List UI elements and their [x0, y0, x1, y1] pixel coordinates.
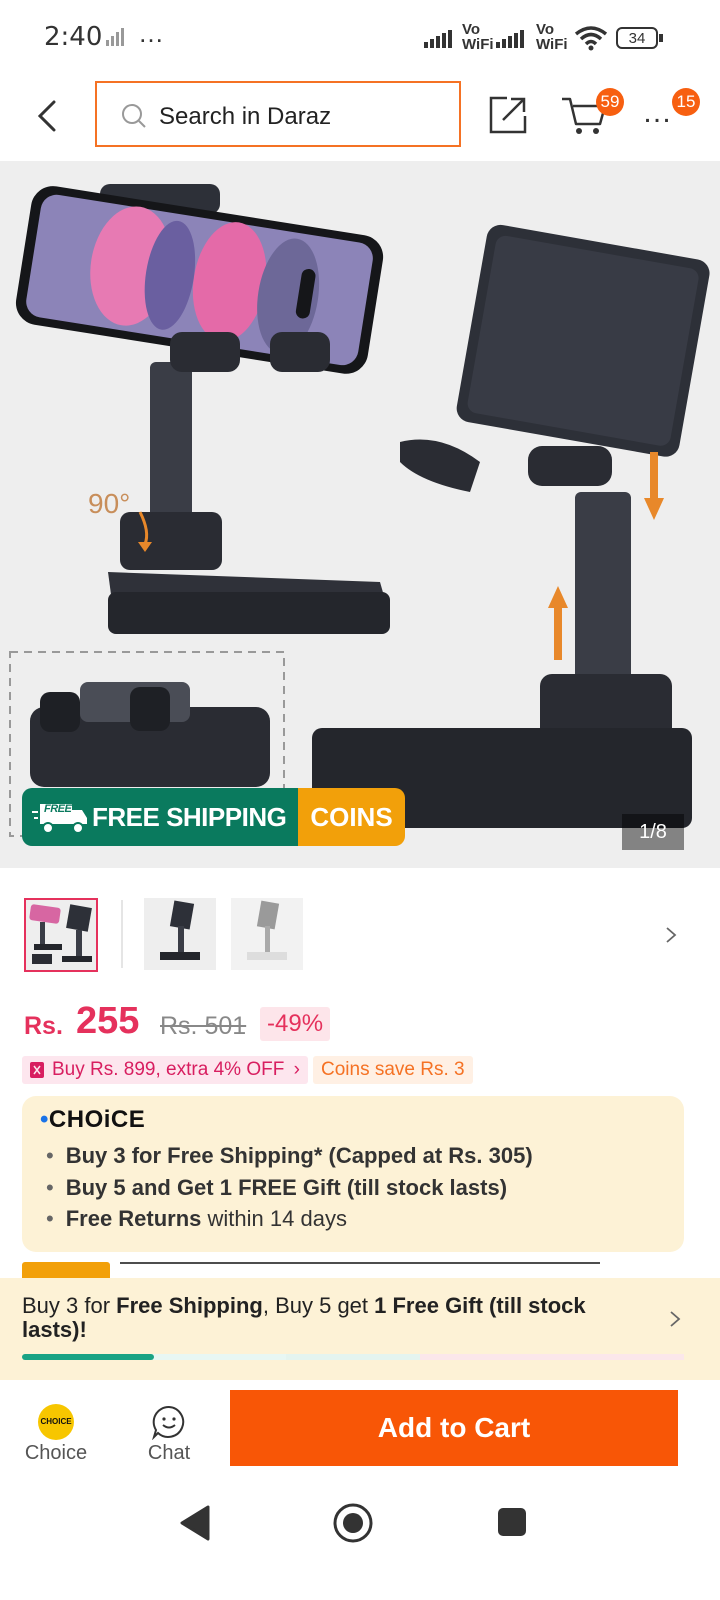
benefit-item: Buy 3 for Free Shipping* (Capped at Rs. … — [44, 1140, 533, 1172]
chat-icon — [152, 1405, 185, 1440]
search-icon — [122, 104, 146, 128]
discount-badge: -49% — [260, 1007, 331, 1041]
battery-icon: 34 — [616, 27, 658, 49]
thumbnail-image — [26, 900, 96, 970]
title-text-cut — [120, 1262, 600, 1264]
benefit-item: Free Returns within 14 days — [44, 1203, 533, 1235]
back-arrow-icon[interactable] — [34, 98, 60, 134]
chevron-right-icon[interactable] — [664, 926, 678, 944]
benefit-item: Buy 5 and Get 1 FREE Gift (till stock la… — [44, 1172, 533, 1204]
bundle-progress-segment — [286, 1354, 420, 1360]
thumbnail-image — [144, 898, 216, 970]
voucher-promo-text: Buy Rs. 899, extra 4% OFF — [52, 1059, 285, 1080]
status-bar: 2:40 … Vo WiFi Vo WiFi 34 — [0, 0, 720, 78]
choice-tab[interactable]: CHOICE Choice — [6, 1380, 106, 1480]
price-row: Rs. 255 Rs. 501 -49% — [24, 1000, 704, 1044]
nav-back-icon[interactable] — [178, 1504, 212, 1542]
free-shipping-coins-badge: FREE FREE SHIPPING COINS — [22, 788, 405, 846]
thumbnail-image — [231, 898, 303, 970]
promo-chevron-icon: › — [293, 1059, 300, 1080]
price-currency: Rs. — [24, 1012, 63, 1040]
add-to-cart-button[interactable]: Add to Cart — [230, 1390, 678, 1466]
battery-tip — [659, 34, 663, 42]
signal-icon — [424, 30, 452, 48]
bundle-promo-text: Buy 3 for Free Shipping, Buy 5 get 1 Fre… — [22, 1294, 642, 1342]
chevron-right-icon — [670, 1311, 681, 1327]
coins-promo-tag[interactable]: Coins save Rs. 3 — [313, 1056, 473, 1084]
system-navigation-bar — [0, 1480, 720, 1600]
cart-count-badge: 59 — [596, 88, 624, 116]
banner-text-2: Free Shipping — [116, 1293, 263, 1318]
chat-tab[interactable]: Chat — [119, 1380, 219, 1480]
benefit-free-returns: Free Returns — [65, 1206, 202, 1231]
vowifi-label-1: Vo WiFi — [462, 21, 494, 53]
signal-off-icon — [106, 28, 124, 46]
choice-benefits-list: Buy 3 for Free Shipping* (Capped at Rs. … — [44, 1140, 533, 1235]
status-more-dots: … — [138, 18, 166, 48]
angle-label: 90° — [88, 488, 131, 519]
benefit-free-gift: Buy 5 and Get 1 FREE Gift (till stock la… — [65, 1174, 508, 1200]
thumbnail-2[interactable] — [144, 898, 216, 970]
notification-badge: 15 — [672, 88, 700, 116]
bundle-progress-fill — [22, 1354, 155, 1360]
thumbnail-divider — [121, 900, 123, 968]
benefit-free-shipping: Buy 3 for Free Shipping* (Capped at Rs. … — [65, 1143, 533, 1168]
choice-logo-text: CHOiCE — [48, 1106, 146, 1133]
thumbnail-3[interactable] — [231, 898, 303, 970]
bottom-action-bar: CHOICE Choice Chat Add to Cart — [0, 1380, 720, 1480]
more-options-icon[interactable]: … — [642, 96, 675, 130]
battery-level: 34 — [628, 30, 646, 47]
voucher-promo-tag[interactable]: Buy Rs. 899, extra 4% OFF › — [22, 1056, 308, 1084]
benefit-free-returns-detail: within 14 days — [201, 1206, 347, 1231]
choice-badge-icon: CHOICE — [38, 1404, 74, 1440]
search-placeholder: Search in Daraz — [159, 103, 332, 130]
banner-text-3: , Buy 5 get — [262, 1293, 375, 1318]
product-image-gallery[interactable]: 90° FREE FREE SHIPPING COINS 1/8 — [0, 162, 720, 868]
search-input[interactable]: Search in Daraz — [95, 81, 461, 147]
share-icon[interactable] — [487, 94, 529, 136]
chat-tab-label: Chat — [147, 1442, 191, 1464]
free-shipping-label: FREE FREE SHIPPING — [22, 788, 299, 846]
bundle-progress-track — [22, 1354, 684, 1360]
nav-home-icon[interactable] — [332, 1502, 374, 1544]
image-counter: 1/8 — [622, 814, 684, 850]
voucher-icon — [30, 1062, 44, 1078]
choice-logo: •CHOiCE — [40, 1106, 146, 1133]
original-price: Rs. 501 — [160, 1012, 247, 1040]
choice-tab-label: Choice — [24, 1442, 88, 1464]
status-time: 2:40 — [44, 22, 103, 52]
nav-recents-icon[interactable] — [496, 1506, 528, 1538]
coins-label: COINS — [298, 788, 405, 846]
current-price: 255 — [76, 1000, 140, 1042]
free-shipping-text: FREE SHIPPING — [92, 802, 287, 832]
bundle-promo-banner[interactable]: Buy 3 for Free Shipping, Buy 5 get 1 Fre… — [0, 1278, 720, 1380]
header: Search in Daraz 59 … 15 — [0, 78, 720, 162]
thumbnail-strip — [0, 868, 720, 988]
thumbnail-1[interactable] — [24, 898, 98, 972]
wifi-icon — [574, 26, 608, 51]
free-tag: FREE — [44, 803, 72, 815]
vowifi-label-2: Vo WiFi — [536, 21, 568, 53]
choice-benefits-box: •CHOiCE Buy 3 for Free Shipping* (Capped… — [22, 1096, 684, 1252]
bundle-progress-segment — [420, 1354, 684, 1360]
signal-icon — [496, 30, 524, 48]
banner-text-1: Buy 3 for — [22, 1293, 117, 1318]
